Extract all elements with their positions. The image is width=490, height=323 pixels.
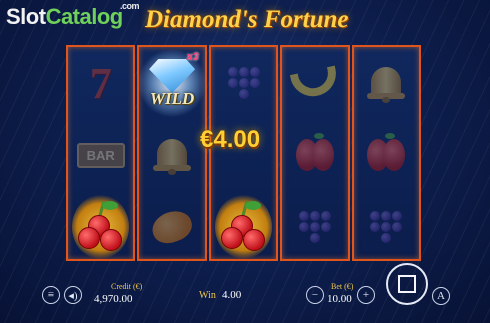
apple-icon bbox=[354, 119, 419, 191]
bar-label: BAR bbox=[76, 142, 125, 168]
grapes-icon bbox=[354, 191, 419, 263]
seven-label: 7 bbox=[89, 58, 112, 108]
sound-icon[interactable]: ◂) bbox=[64, 286, 82, 304]
game-title: Diamond's Fortune bbox=[145, 6, 349, 33]
win-label: Win bbox=[199, 290, 216, 301]
watermark-domain: .com bbox=[120, 1, 140, 11]
credit-label: Credit (€) bbox=[111, 282, 143, 291]
grapes-icon bbox=[211, 47, 276, 119]
win-value: 4.00 bbox=[222, 289, 242, 301]
stop-icon bbox=[398, 275, 416, 293]
seven-icon: 7 bbox=[68, 47, 133, 119]
menu-icon[interactable]: ≡ bbox=[42, 286, 60, 304]
cherries-icon bbox=[211, 191, 276, 263]
banana-icon bbox=[282, 47, 347, 119]
wild-diamond-icon: WILD x3 bbox=[139, 47, 205, 119]
bell-icon bbox=[139, 119, 204, 191]
reel-1: 7 BAR bbox=[66, 45, 136, 263]
watermark-text-2: Catalog bbox=[45, 4, 124, 29]
bet-label: Bet (€) bbox=[331, 282, 354, 291]
bet-decrease-button[interactable]: − bbox=[306, 286, 324, 304]
orange-icon bbox=[139, 191, 204, 263]
watermark-logo: SlotCatalog .com bbox=[6, 1, 140, 30]
reel-5 bbox=[351, 45, 422, 263]
wild-label: WILD bbox=[149, 89, 195, 108]
win-amount-overlay: €4.00 bbox=[200, 126, 261, 153]
cherries-icon bbox=[68, 191, 133, 263]
autoplay-button[interactable]: A bbox=[432, 287, 450, 305]
wild-multiplier: x3 bbox=[186, 51, 199, 63]
bar-icon: BAR bbox=[68, 119, 133, 191]
grapes-icon bbox=[282, 191, 347, 263]
reel-2: WILD x3 bbox=[137, 45, 207, 263]
bell-icon bbox=[354, 47, 419, 119]
cherries-graphic bbox=[219, 200, 269, 253]
diamond-graphic bbox=[149, 59, 196, 93]
watermark-text-1: Slot bbox=[6, 4, 46, 29]
cherries-graphic bbox=[76, 200, 126, 253]
spin-button[interactable] bbox=[386, 263, 428, 305]
bet-value: 10.00 bbox=[327, 293, 352, 305]
reel-4 bbox=[280, 45, 350, 263]
apple-icon bbox=[282, 119, 347, 191]
bet-increase-button[interactable]: + bbox=[357, 286, 375, 304]
credit-value: 4,970.00 bbox=[94, 293, 133, 305]
